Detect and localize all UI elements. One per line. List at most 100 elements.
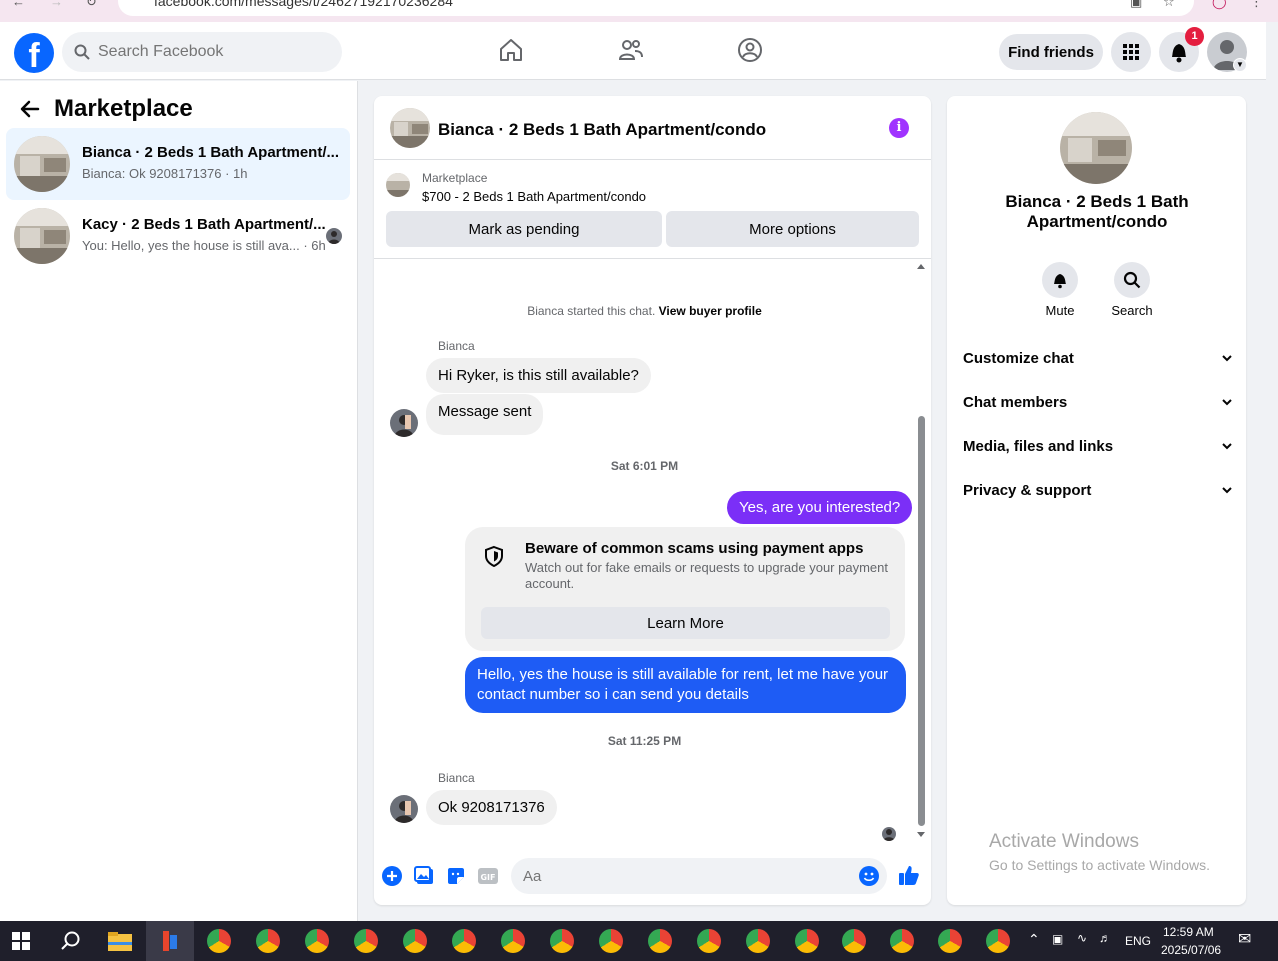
conversation-list-panel: Marketplace Bianca · 2 Beds 1 Bath Apart… xyxy=(0,81,358,921)
chrome-icon[interactable] xyxy=(795,929,819,953)
chrome-icon[interactable] xyxy=(403,929,427,953)
windows-start-icon[interactable] xyxy=(12,932,30,950)
menu-kebab-icon[interactable]: ⋮ xyxy=(1250,0,1263,10)
chrome-icon[interactable] xyxy=(501,929,525,953)
account-chevron-icon[interactable]: ▼ xyxy=(1233,58,1247,72)
chrome-icon[interactable] xyxy=(890,929,914,953)
chrome-icon[interactable] xyxy=(648,929,672,953)
mute-button[interactable] xyxy=(1042,262,1078,298)
cast-icon[interactable]: ▣ xyxy=(1130,0,1142,10)
photo-icon[interactable] xyxy=(414,866,434,886)
mute-action[interactable]: Mute xyxy=(1030,262,1090,318)
plus-circle-icon[interactable] xyxy=(382,866,402,886)
more-options-button[interactable]: More options xyxy=(666,211,919,247)
scroll-down-icon[interactable] xyxy=(917,832,925,837)
chrome-icon[interactable] xyxy=(986,929,1010,953)
customize-chat-section[interactable]: Customize chat xyxy=(963,340,1233,376)
groups-icon[interactable] xyxy=(737,37,763,63)
star-icon[interactable]: ☆ xyxy=(1163,0,1175,10)
chrome-icon[interactable] xyxy=(599,929,623,953)
notification-center-icon[interactable]: ✉ xyxy=(1238,929,1251,949)
chrome-icon[interactable] xyxy=(207,929,231,953)
sender-avatar[interactable] xyxy=(390,409,418,437)
emoji-icon[interactable] xyxy=(859,866,879,886)
chrome-icon[interactable] xyxy=(305,929,329,953)
chat-panel: Bianca · 2 Beds 1 Bath Apartment/condo i… xyxy=(374,96,931,905)
seen-avatar xyxy=(882,827,896,841)
conversation-title: Bianca · 2 Beds 1 Bath Apartment/... xyxy=(82,144,340,161)
chrome-icon[interactable] xyxy=(550,929,574,953)
language-indicator[interactable]: ENG xyxy=(1125,934,1151,948)
chat-details-panel: Bianca · 2 Beds 1 Bath Apartment/condo M… xyxy=(947,96,1246,905)
wifi-icon[interactable]: ∿ xyxy=(1077,931,1087,945)
message-input[interactable] xyxy=(523,858,843,894)
section-label: Customize chat xyxy=(963,350,1074,367)
reload-icon[interactable]: ↻ xyxy=(86,0,97,10)
chat-scroll-thumb[interactable] xyxy=(918,416,925,826)
mark-as-pending-button[interactable]: Mark as pending xyxy=(386,211,662,247)
chrome-icon[interactable] xyxy=(256,929,280,953)
tray-chevron-up-icon[interactable]: ⌃ xyxy=(1028,931,1040,948)
app-pin-icon[interactable] xyxy=(160,929,180,953)
chat-thumbnail[interactable] xyxy=(390,108,430,148)
conversation-preview: Bianca: Ok 9208171376 · 1h xyxy=(82,166,248,181)
file-explorer-icon[interactable] xyxy=(108,930,132,952)
listing-thumbnail xyxy=(14,208,70,264)
forward-icon[interactable]: → xyxy=(50,0,63,9)
search-box[interactable] xyxy=(62,32,342,72)
volume-icon[interactable]: ♬ xyxy=(1099,931,1111,945)
chat-details-thumbnail[interactable] xyxy=(1060,112,1132,184)
address-url[interactable]: facebook.com/messages/t/2462719217023628… xyxy=(154,0,453,9)
chrome-icon[interactable] xyxy=(452,929,476,953)
find-friends-button[interactable]: Find friends xyxy=(999,34,1103,70)
meet-now-icon[interactable]: ▣ xyxy=(1052,932,1063,946)
chrome-icon[interactable] xyxy=(746,929,770,953)
home-icon[interactable] xyxy=(498,37,524,63)
view-buyer-profile-link[interactable]: View buyer profile xyxy=(659,304,762,318)
chat-members-section[interactable]: Chat members xyxy=(963,384,1233,420)
scam-warning-title: Beware of common scams using payment app… xyxy=(525,540,864,557)
svg-text:GIF: GIF xyxy=(480,873,495,882)
page-scrollbar[interactable] xyxy=(1266,22,1278,921)
friends-icon[interactable] xyxy=(618,37,644,63)
chrome-icon[interactable] xyxy=(842,929,866,953)
read-receipt-avatar xyxy=(326,228,342,244)
message-input-box[interactable] xyxy=(511,858,887,894)
conversation-item[interactable]: Kacy · 2 Beds 1 Bath Apartment/... You: … xyxy=(6,200,350,272)
sender-name: Bianca xyxy=(438,339,475,353)
info-icon[interactable]: i xyxy=(889,118,909,138)
chrome-icon[interactable] xyxy=(938,929,962,953)
chrome-icon[interactable] xyxy=(697,929,721,953)
gif-icon[interactable]: GIF xyxy=(478,866,498,886)
clock-date[interactable]: 2025/07/06 xyxy=(1161,943,1221,957)
listing-thumbnail xyxy=(14,136,70,192)
conversation-item[interactable]: Bianca · 2 Beds 1 Bath Apartment/... Bia… xyxy=(6,128,350,200)
facebook-logo-icon[interactable]: f xyxy=(14,33,54,73)
chrome-icon[interactable] xyxy=(354,929,378,953)
clock-time[interactable]: 12:59 AM xyxy=(1163,925,1214,939)
privacy-support-section[interactable]: Privacy & support xyxy=(963,472,1233,508)
chat-title[interactable]: Bianca · 2 Beds 1 Bath Apartment/condo xyxy=(438,120,766,140)
incoming-message: Message sent xyxy=(426,394,544,435)
menu-button[interactable] xyxy=(1111,32,1151,72)
listing-mini-thumbnail xyxy=(386,173,410,197)
outgoing-message: Yes, are you interested? xyxy=(727,491,913,524)
learn-more-button[interactable]: Learn More xyxy=(481,607,890,639)
scroll-up-icon[interactable] xyxy=(917,264,925,269)
sender-avatar[interactable] xyxy=(390,795,418,823)
thumbs-up-icon[interactable] xyxy=(898,864,920,886)
listing-summary[interactable]: $700 - 2 Beds 1 Bath Apartment/condo xyxy=(422,189,646,204)
search-action[interactable]: Search xyxy=(1102,262,1162,318)
sticker-icon[interactable] xyxy=(446,866,466,886)
profile-icon[interactable]: ◯ xyxy=(1212,0,1227,10)
chat-details-name: Bianca · 2 Beds 1 Bath Apartment/condo xyxy=(1005,192,1189,231)
back-arrow-icon[interactable] xyxy=(18,97,42,121)
back-icon[interactable]: ← xyxy=(12,0,25,9)
taskbar-search-icon[interactable] xyxy=(60,930,82,952)
watermark-title: Activate Windows xyxy=(989,831,1139,852)
chevron-down-icon xyxy=(1222,443,1232,450)
search-input[interactable] xyxy=(98,32,328,72)
media-files-links-section[interactable]: Media, files and links xyxy=(963,428,1233,464)
listing-source: Marketplace xyxy=(422,171,488,185)
search-chat-button[interactable] xyxy=(1114,262,1150,298)
